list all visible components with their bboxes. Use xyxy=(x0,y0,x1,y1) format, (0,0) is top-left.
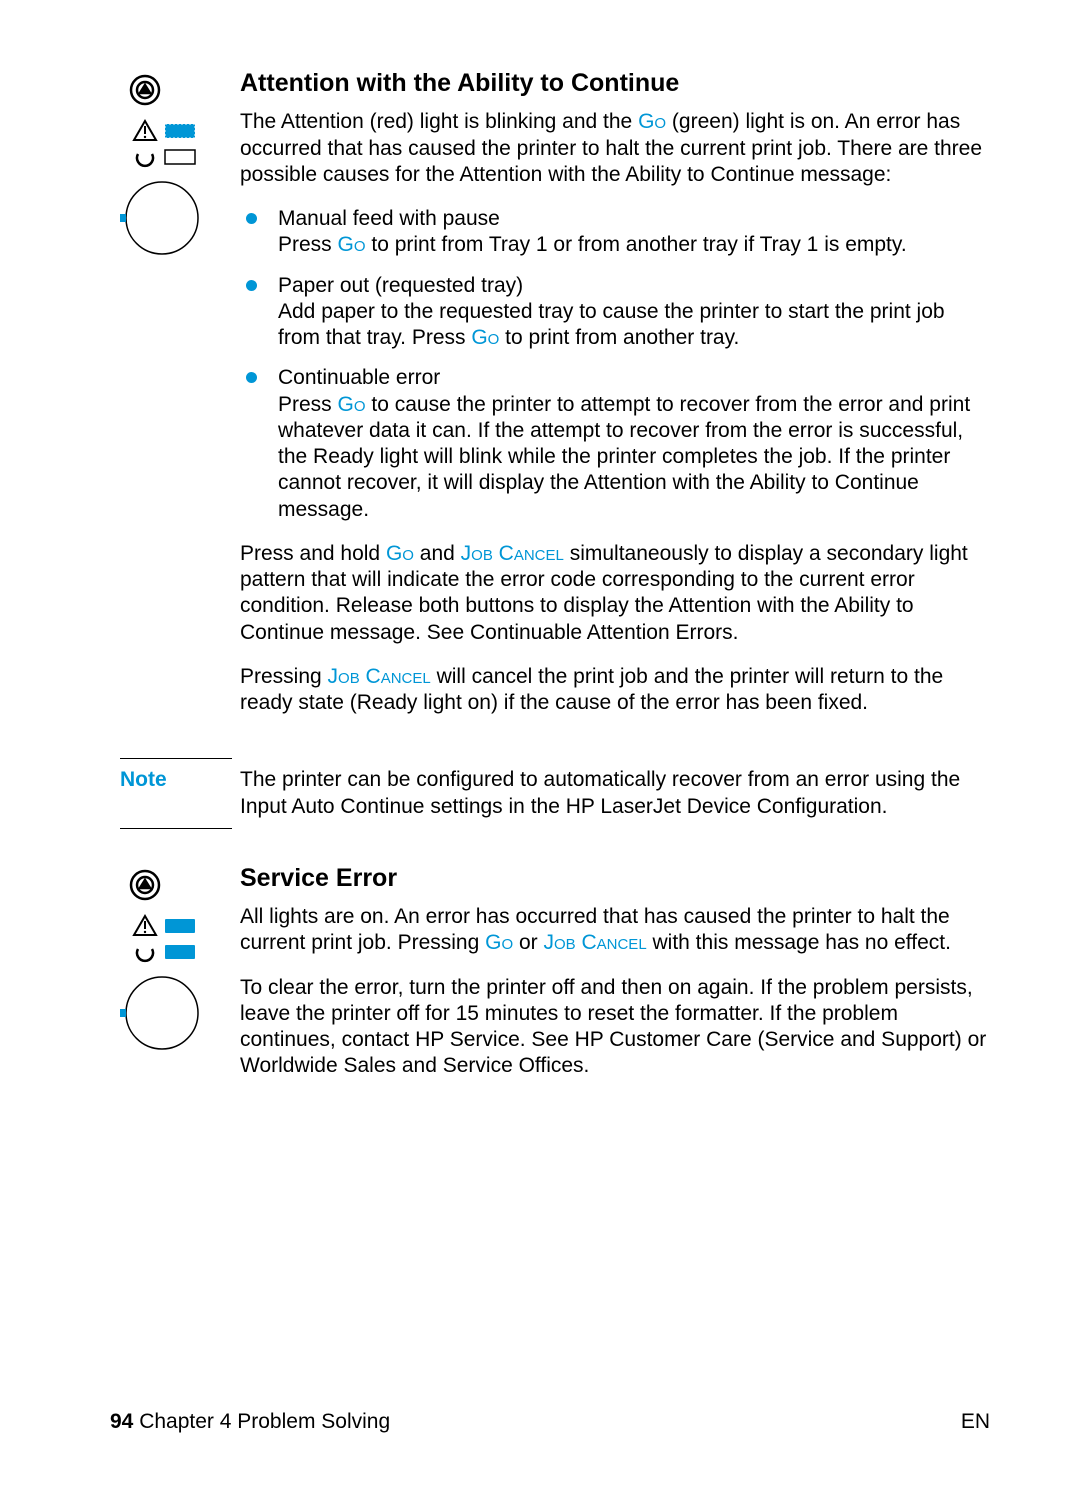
text: and xyxy=(414,542,461,565)
content-column: Attention with the Ability to Continue T… xyxy=(120,68,990,1122)
service-para1: All lights are on. An error has occurred… xyxy=(240,904,990,957)
heading-service-error: Service Error xyxy=(240,863,990,894)
text: to print from another tray. xyxy=(499,326,739,349)
attention-intro: The Attention (red) light is blinking an… xyxy=(240,109,990,188)
text: Press and hold xyxy=(240,542,386,565)
note-label-wrap: Note xyxy=(120,767,240,793)
gutter-service xyxy=(120,863,240,1063)
section-service-error: Service Error All lights are on. An erro… xyxy=(120,863,990,1098)
text: with this message has no effect. xyxy=(647,931,951,954)
footer-right: EN xyxy=(961,1409,990,1435)
item-title: Manual feed with pause xyxy=(278,207,500,230)
status-panel-icon xyxy=(120,863,224,1063)
chapter-label: Chapter 4 Problem Solving xyxy=(133,1410,390,1433)
go-keyword: Go xyxy=(386,542,414,565)
job-cancel-keyword: Job Cancel xyxy=(461,542,564,565)
note-row: Note The printer can be configured to au… xyxy=(120,767,990,820)
text: to cause the printer to attempt to recov… xyxy=(278,393,970,521)
list-item: Manual feed with pause Press Go to print… xyxy=(278,206,990,259)
attention-para3: Pressing Job Cancel will cancel the prin… xyxy=(240,664,990,717)
text: or xyxy=(513,931,543,954)
text: Press xyxy=(278,233,338,256)
note-label: Note xyxy=(120,768,167,791)
text: Press xyxy=(278,393,338,416)
attention-para2: Press and hold Go and Job Cancel simulta… xyxy=(240,541,990,646)
footer-left: 94 Chapter 4 Problem Solving xyxy=(110,1409,390,1435)
list-item: Continuable error Press Go to cause the … xyxy=(278,365,990,523)
job-cancel-keyword: Job Cancel xyxy=(543,931,646,954)
page-body: Attention with the Ability to Continue T… xyxy=(0,0,1080,1495)
list-item: Paper out (requested tray) Add paper to … xyxy=(278,273,990,352)
heading-attention: Attention with the Ability to Continue xyxy=(240,68,990,99)
item-title: Paper out (requested tray) xyxy=(278,274,523,297)
go-keyword: Go xyxy=(638,110,666,133)
go-keyword: Go xyxy=(471,326,499,349)
item-title: Continuable error xyxy=(278,366,440,389)
note-body: The printer can be configured to automat… xyxy=(240,767,990,820)
section-attention-body: Attention with the Ability to Continue T… xyxy=(240,68,990,734)
text: The Attention (red) light is blinking an… xyxy=(240,110,638,133)
go-keyword: Go xyxy=(485,931,513,954)
gutter-attention xyxy=(120,68,240,268)
job-cancel-keyword: Job Cancel xyxy=(328,665,431,688)
service-para2: To clear the error, turn the printer off… xyxy=(240,975,990,1080)
text: Pressing xyxy=(240,665,328,688)
cause-list: Manual feed with pause Press Go to print… xyxy=(240,206,990,523)
page-footer: 94 Chapter 4 Problem Solving EN xyxy=(110,1409,990,1435)
section-attention: Attention with the Ability to Continue T… xyxy=(120,68,990,734)
note-divider-bottom xyxy=(120,828,232,829)
page-number: 94 xyxy=(110,1410,133,1433)
note-divider-top xyxy=(120,758,232,759)
status-panel-icon xyxy=(120,68,224,268)
go-keyword: Go xyxy=(338,233,366,256)
section-service-body: Service Error All lights are on. An erro… xyxy=(240,863,990,1098)
go-keyword: Go xyxy=(338,393,366,416)
text: to print from Tray 1 or from another tra… xyxy=(366,233,907,256)
